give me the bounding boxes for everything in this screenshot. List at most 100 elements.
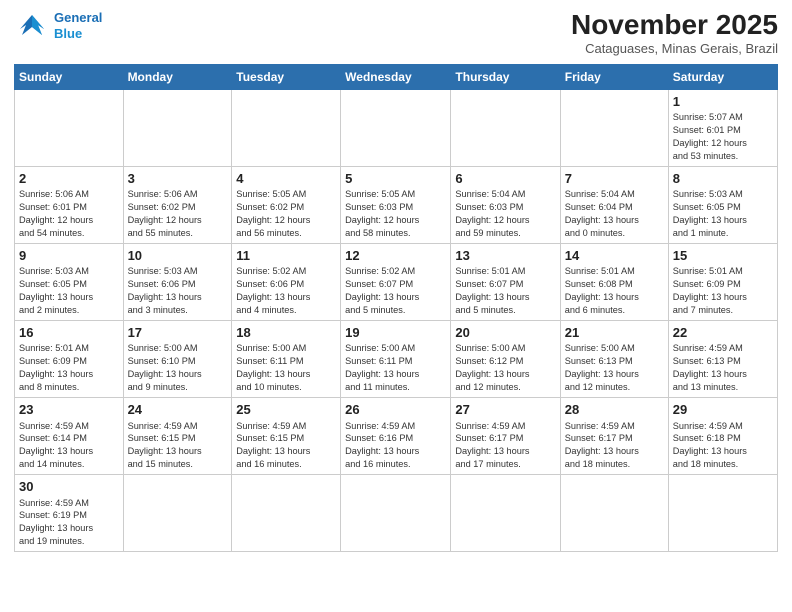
day-info: Sunrise: 5:00 AMSunset: 6:10 PMDaylight:…	[128, 342, 228, 394]
day-info: Sunrise: 5:01 AMSunset: 6:09 PMDaylight:…	[19, 342, 119, 394]
logo-text: General Blue	[54, 10, 102, 41]
col-monday: Monday	[123, 64, 232, 89]
day-info: Sunrise: 4:59 AMSunset: 6:15 PMDaylight:…	[236, 420, 336, 472]
day-info: Sunrise: 5:00 AMSunset: 6:13 PMDaylight:…	[565, 342, 664, 394]
calendar-cell: 20Sunrise: 5:00 AMSunset: 6:12 PMDayligh…	[451, 320, 560, 397]
day-number: 19	[345, 324, 446, 342]
header: General Blue November 2025 Cataguases, M…	[14, 10, 778, 56]
day-info: Sunrise: 4:59 AMSunset: 6:13 PMDaylight:…	[673, 342, 773, 394]
month-title: November 2025	[571, 10, 778, 41]
day-number: 20	[455, 324, 555, 342]
day-number: 27	[455, 401, 555, 419]
col-wednesday: Wednesday	[341, 64, 451, 89]
calendar-cell: 28Sunrise: 4:59 AMSunset: 6:17 PMDayligh…	[560, 397, 668, 474]
calendar-cell: 24Sunrise: 4:59 AMSunset: 6:15 PMDayligh…	[123, 397, 232, 474]
calendar-cell: 15Sunrise: 5:01 AMSunset: 6:09 PMDayligh…	[668, 243, 777, 320]
calendar-cell: 12Sunrise: 5:02 AMSunset: 6:07 PMDayligh…	[341, 243, 451, 320]
day-number: 9	[19, 247, 119, 265]
day-info: Sunrise: 5:04 AMSunset: 6:04 PMDaylight:…	[565, 188, 664, 240]
day-info: Sunrise: 5:03 AMSunset: 6:06 PMDaylight:…	[128, 265, 228, 317]
logo-icon	[14, 11, 50, 41]
day-number: 1	[673, 93, 773, 111]
day-number: 23	[19, 401, 119, 419]
day-number: 11	[236, 247, 336, 265]
day-number: 16	[19, 324, 119, 342]
calendar-cell: 18Sunrise: 5:00 AMSunset: 6:11 PMDayligh…	[232, 320, 341, 397]
calendar-cell	[451, 89, 560, 166]
calendar-cell: 11Sunrise: 5:02 AMSunset: 6:06 PMDayligh…	[232, 243, 341, 320]
day-number: 8	[673, 170, 773, 188]
day-info: Sunrise: 5:07 AMSunset: 6:01 PMDaylight:…	[673, 111, 773, 163]
day-info: Sunrise: 5:03 AMSunset: 6:05 PMDaylight:…	[673, 188, 773, 240]
calendar-cell: 2Sunrise: 5:06 AMSunset: 6:01 PMDaylight…	[15, 166, 124, 243]
day-info: Sunrise: 5:02 AMSunset: 6:06 PMDaylight:…	[236, 265, 336, 317]
day-info: Sunrise: 5:00 AMSunset: 6:12 PMDaylight:…	[455, 342, 555, 394]
day-number: 7	[565, 170, 664, 188]
day-info: Sunrise: 4:59 AMSunset: 6:15 PMDaylight:…	[128, 420, 228, 472]
day-info: Sunrise: 5:05 AMSunset: 6:02 PMDaylight:…	[236, 188, 336, 240]
day-number: 15	[673, 247, 773, 265]
title-block: November 2025 Cataguases, Minas Gerais, …	[571, 10, 778, 56]
day-info: Sunrise: 4:59 AMSunset: 6:18 PMDaylight:…	[673, 420, 773, 472]
day-info: Sunrise: 4:59 AMSunset: 6:14 PMDaylight:…	[19, 420, 119, 472]
day-number: 13	[455, 247, 555, 265]
day-info: Sunrise: 5:01 AMSunset: 6:08 PMDaylight:…	[565, 265, 664, 317]
calendar-cell	[668, 475, 777, 552]
calendar-cell: 4Sunrise: 5:05 AMSunset: 6:02 PMDaylight…	[232, 166, 341, 243]
day-info: Sunrise: 5:04 AMSunset: 6:03 PMDaylight:…	[455, 188, 555, 240]
day-info: Sunrise: 4:59 AMSunset: 6:17 PMDaylight:…	[565, 420, 664, 472]
day-number: 24	[128, 401, 228, 419]
day-info: Sunrise: 5:02 AMSunset: 6:07 PMDaylight:…	[345, 265, 446, 317]
calendar-header-row: Sunday Monday Tuesday Wednesday Thursday…	[15, 64, 778, 89]
calendar-cell: 10Sunrise: 5:03 AMSunset: 6:06 PMDayligh…	[123, 243, 232, 320]
calendar-cell	[232, 475, 341, 552]
day-info: Sunrise: 4:59 AMSunset: 6:16 PMDaylight:…	[345, 420, 446, 472]
day-number: 26	[345, 401, 446, 419]
day-info: Sunrise: 5:00 AMSunset: 6:11 PMDaylight:…	[236, 342, 336, 394]
calendar-cell	[341, 475, 451, 552]
day-number: 6	[455, 170, 555, 188]
day-number: 25	[236, 401, 336, 419]
location-subtitle: Cataguases, Minas Gerais, Brazil	[571, 41, 778, 56]
day-info: Sunrise: 5:06 AMSunset: 6:02 PMDaylight:…	[128, 188, 228, 240]
day-number: 4	[236, 170, 336, 188]
calendar-cell: 17Sunrise: 5:00 AMSunset: 6:10 PMDayligh…	[123, 320, 232, 397]
day-info: Sunrise: 5:03 AMSunset: 6:05 PMDaylight:…	[19, 265, 119, 317]
day-number: 10	[128, 247, 228, 265]
day-info: Sunrise: 5:00 AMSunset: 6:11 PMDaylight:…	[345, 342, 446, 394]
day-number: 18	[236, 324, 336, 342]
day-number: 3	[128, 170, 228, 188]
day-info: Sunrise: 5:01 AMSunset: 6:07 PMDaylight:…	[455, 265, 555, 317]
calendar-cell: 27Sunrise: 4:59 AMSunset: 6:17 PMDayligh…	[451, 397, 560, 474]
calendar-cell: 22Sunrise: 4:59 AMSunset: 6:13 PMDayligh…	[668, 320, 777, 397]
calendar-cell: 13Sunrise: 5:01 AMSunset: 6:07 PMDayligh…	[451, 243, 560, 320]
calendar-cell: 21Sunrise: 5:00 AMSunset: 6:13 PMDayligh…	[560, 320, 668, 397]
calendar-cell: 3Sunrise: 5:06 AMSunset: 6:02 PMDaylight…	[123, 166, 232, 243]
day-number: 12	[345, 247, 446, 265]
calendar-cell: 23Sunrise: 4:59 AMSunset: 6:14 PMDayligh…	[15, 397, 124, 474]
calendar-cell: 5Sunrise: 5:05 AMSunset: 6:03 PMDaylight…	[341, 166, 451, 243]
day-info: Sunrise: 5:06 AMSunset: 6:01 PMDaylight:…	[19, 188, 119, 240]
day-info: Sunrise: 5:05 AMSunset: 6:03 PMDaylight:…	[345, 188, 446, 240]
calendar-cell: 25Sunrise: 4:59 AMSunset: 6:15 PMDayligh…	[232, 397, 341, 474]
calendar-cell: 30Sunrise: 4:59 AMSunset: 6:19 PMDayligh…	[15, 475, 124, 552]
calendar-cell: 9Sunrise: 5:03 AMSunset: 6:05 PMDaylight…	[15, 243, 124, 320]
calendar-cell	[451, 475, 560, 552]
day-info: Sunrise: 5:01 AMSunset: 6:09 PMDaylight:…	[673, 265, 773, 317]
calendar-cell: 14Sunrise: 5:01 AMSunset: 6:08 PMDayligh…	[560, 243, 668, 320]
day-number: 14	[565, 247, 664, 265]
calendar-cell: 6Sunrise: 5:04 AMSunset: 6:03 PMDaylight…	[451, 166, 560, 243]
calendar-cell: 8Sunrise: 5:03 AMSunset: 6:05 PMDaylight…	[668, 166, 777, 243]
calendar-cell	[560, 89, 668, 166]
calendar-cell: 29Sunrise: 4:59 AMSunset: 6:18 PMDayligh…	[668, 397, 777, 474]
day-number: 28	[565, 401, 664, 419]
calendar-cell	[232, 89, 341, 166]
calendar-cell	[15, 89, 124, 166]
col-sunday: Sunday	[15, 64, 124, 89]
day-number: 5	[345, 170, 446, 188]
calendar-cell: 19Sunrise: 5:00 AMSunset: 6:11 PMDayligh…	[341, 320, 451, 397]
day-number: 17	[128, 324, 228, 342]
col-saturday: Saturday	[668, 64, 777, 89]
col-tuesday: Tuesday	[232, 64, 341, 89]
calendar-cell: 1Sunrise: 5:07 AMSunset: 6:01 PMDaylight…	[668, 89, 777, 166]
